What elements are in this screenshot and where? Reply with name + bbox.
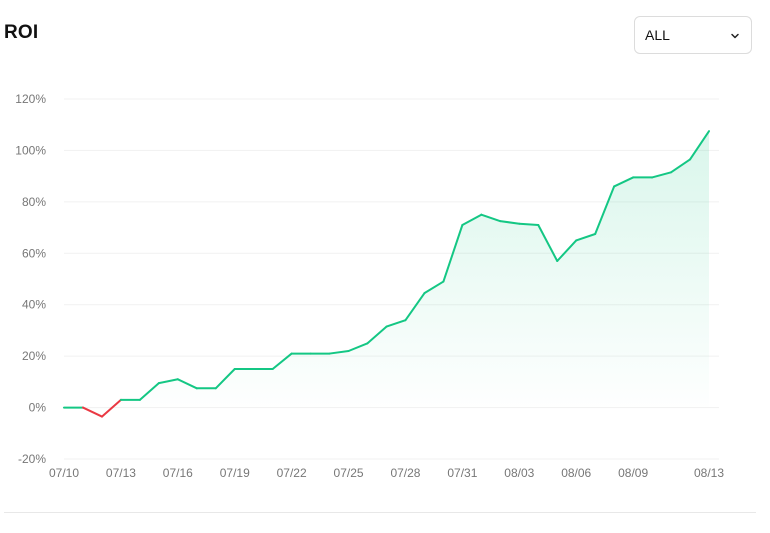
roi-data-point[interactable] bbox=[687, 156, 693, 162]
roi-data-point[interactable] bbox=[384, 324, 390, 330]
roi-data-point[interactable] bbox=[137, 397, 143, 403]
roi-data-point[interactable] bbox=[156, 380, 162, 386]
x-tick-label: 08/03 bbox=[504, 466, 534, 480]
x-tick-label: 07/13 bbox=[106, 466, 136, 480]
y-tick-label: 60% bbox=[22, 246, 46, 260]
roi-data-point[interactable] bbox=[232, 366, 238, 372]
x-tick-label: 07/16 bbox=[163, 466, 193, 480]
y-tick-label: 80% bbox=[22, 195, 46, 209]
roi-data-point[interactable] bbox=[668, 169, 674, 175]
x-tick-label: 08/06 bbox=[561, 466, 591, 480]
roi-data-point[interactable] bbox=[251, 366, 257, 372]
roi-data-point[interactable] bbox=[61, 405, 67, 411]
x-tick-label: 07/19 bbox=[220, 466, 250, 480]
roi-data-point[interactable] bbox=[611, 183, 617, 189]
roi-data-point[interactable] bbox=[327, 351, 333, 357]
roi-data-point[interactable] bbox=[535, 222, 541, 228]
roi-data-point[interactable] bbox=[270, 366, 276, 372]
roi-data-point[interactable] bbox=[516, 221, 522, 227]
roi-data-point[interactable] bbox=[308, 351, 314, 357]
y-tick-label: 120% bbox=[15, 92, 46, 106]
roi-data-point[interactable] bbox=[706, 128, 712, 134]
x-tick-label: 07/31 bbox=[447, 466, 477, 480]
roi-data-point[interactable] bbox=[630, 174, 636, 180]
roi-data-point[interactable] bbox=[289, 351, 295, 357]
roi-data-point[interactable] bbox=[440, 279, 446, 285]
roi-data-point[interactable] bbox=[459, 222, 465, 228]
bottom-divider bbox=[4, 512, 756, 513]
roi-data-point[interactable] bbox=[649, 174, 655, 180]
roi-data-point[interactable] bbox=[118, 397, 124, 403]
roi-data-point[interactable] bbox=[497, 218, 503, 224]
y-tick-label: 0% bbox=[29, 401, 47, 415]
roi-data-point[interactable] bbox=[554, 258, 560, 264]
roi-data-point[interactable] bbox=[175, 376, 181, 382]
y-tick-label: 40% bbox=[22, 298, 46, 312]
roi-data-point[interactable] bbox=[80, 405, 86, 411]
roi-data-point[interactable] bbox=[478, 212, 484, 218]
roi-area-fill bbox=[64, 131, 709, 417]
roi-data-point[interactable] bbox=[346, 348, 352, 354]
roi-data-point[interactable] bbox=[402, 317, 408, 323]
x-tick-label: 07/10 bbox=[49, 466, 79, 480]
roi-data-point[interactable] bbox=[99, 414, 105, 420]
x-tick-label: 08/13 bbox=[694, 466, 724, 480]
roi-data-point[interactable] bbox=[573, 237, 579, 243]
y-tick-label: -20% bbox=[18, 452, 46, 466]
x-tick-label: 08/09 bbox=[618, 466, 648, 480]
roi-data-point[interactable] bbox=[592, 231, 598, 237]
roi-line-chart: 120% 100% 80% 60% 40% 20% 0% -20% 07/10 07/13 07/… bbox=[15, 92, 724, 480]
x-tick-label: 07/25 bbox=[334, 466, 364, 480]
roi-data-point[interactable] bbox=[213, 385, 219, 391]
y-tick-label: 20% bbox=[22, 349, 46, 363]
x-tick-label: 07/28 bbox=[390, 466, 420, 480]
roi-data-point[interactable] bbox=[194, 385, 200, 391]
roi-data-point[interactable] bbox=[365, 340, 371, 346]
x-tick-label: 07/22 bbox=[277, 466, 307, 480]
roi-data-point[interactable] bbox=[421, 290, 427, 296]
y-tick-label: 100% bbox=[15, 143, 46, 157]
